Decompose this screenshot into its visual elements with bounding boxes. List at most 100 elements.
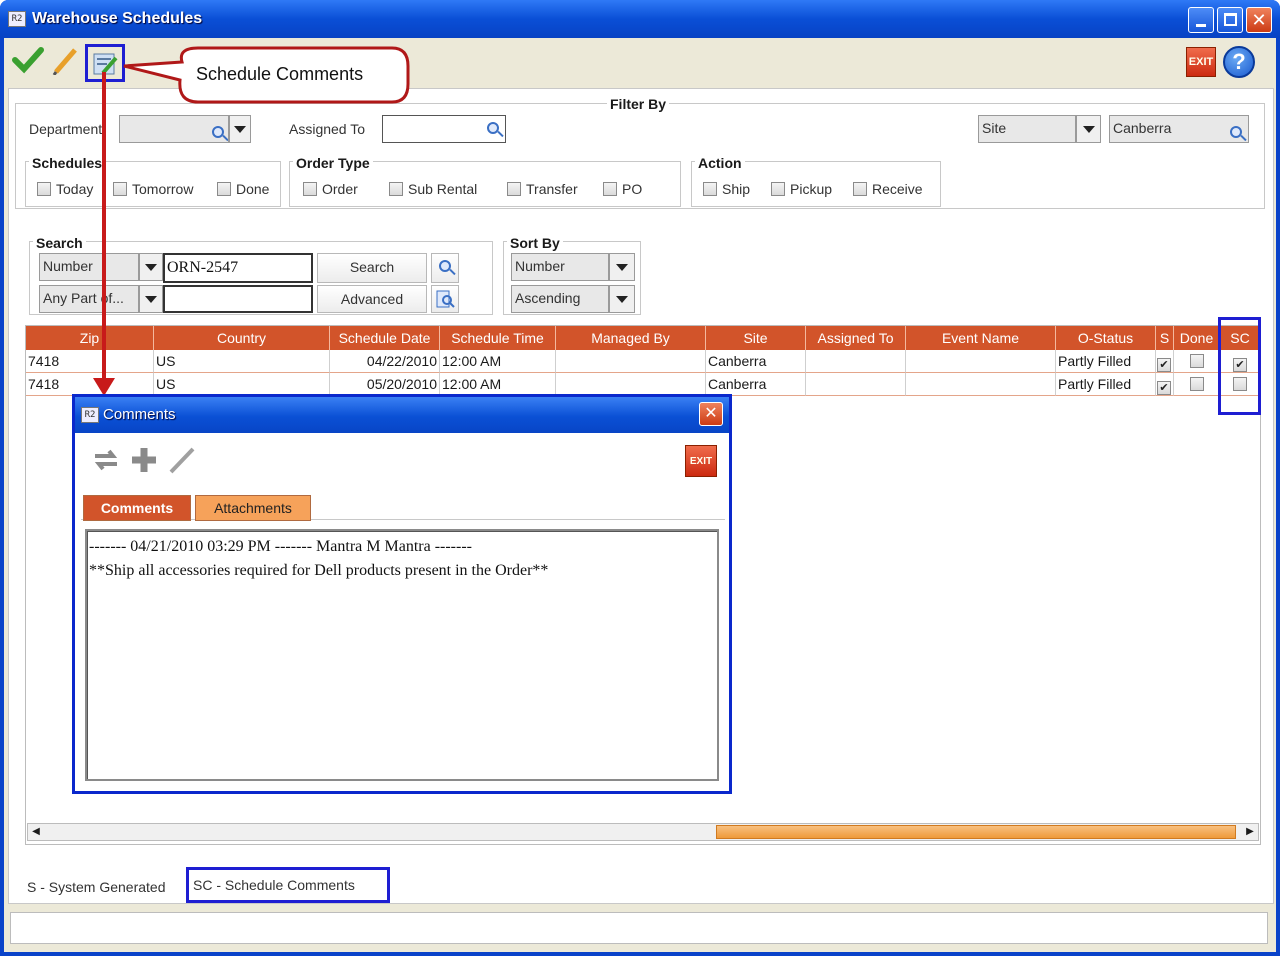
- edit-comment-button[interactable]: [165, 443, 199, 477]
- checkbox-order[interactable]: Order: [303, 181, 358, 197]
- checkbox[interactable]: [113, 182, 127, 196]
- checkbox[interactable]: [603, 182, 617, 196]
- close-button[interactable]: ✕: [1246, 7, 1272, 33]
- column-header[interactable]: Country: [154, 326, 330, 350]
- search-field-dropdown[interactable]: [139, 253, 163, 281]
- search-icon[interactable]: [1230, 121, 1242, 142]
- checkbox-ship[interactable]: Ship: [703, 181, 750, 197]
- dialog-close-button[interactable]: ✕: [699, 402, 723, 426]
- checkbox-done[interactable]: Done: [217, 181, 269, 197]
- done-cell: [1174, 373, 1220, 396]
- sort-field-dropdown[interactable]: [609, 253, 635, 281]
- dialog-exit-button[interactable]: EXIT: [685, 445, 717, 477]
- refresh-button[interactable]: [89, 443, 123, 477]
- checkbox[interactable]: [853, 182, 867, 196]
- managed-by-cell: [556, 350, 706, 373]
- checkbox-tomorrow[interactable]: Tomorrow: [113, 181, 193, 197]
- grid-header: Zip Country Schedule Date Schedule Time …: [26, 326, 1260, 350]
- checkbox-po[interactable]: PO: [603, 181, 642, 197]
- comments-text-area[interactable]: ------- 04/21/2010 03:29 PM ------- Mant…: [85, 529, 719, 781]
- checkbox[interactable]: [303, 182, 317, 196]
- checkbox-sub-rental[interactable]: Sub Rental: [389, 181, 477, 197]
- tab-comments[interactable]: Comments: [83, 495, 191, 521]
- s-checkbox[interactable]: [1157, 381, 1171, 395]
- s-checkbox[interactable]: [1157, 358, 1171, 372]
- title-bar[interactable]: R2 Warehouse Schedules ✕: [0, 0, 1280, 38]
- done-checkbox[interactable]: [1189, 354, 1204, 368]
- search-input[interactable]: ORN-2547: [163, 253, 313, 283]
- scroll-right-icon[interactable]: ▶: [1242, 824, 1258, 840]
- table-row[interactable]: 7418 US 05/20/2010 12:00 AM Canberra Par…: [26, 373, 1260, 396]
- search-input-2[interactable]: [163, 285, 313, 313]
- column-header[interactable]: Schedule Time: [440, 326, 556, 350]
- department-dropdown[interactable]: [229, 115, 251, 143]
- advanced-button[interactable]: Advanced: [317, 285, 427, 313]
- country-cell: US: [154, 350, 330, 373]
- search-match-dropdown[interactable]: [139, 285, 163, 313]
- checkbox-receive[interactable]: Receive: [853, 181, 923, 197]
- column-header[interactable]: O-Status: [1056, 326, 1156, 350]
- checkbox[interactable]: [389, 182, 403, 196]
- sort-field-combo[interactable]: Number: [511, 253, 609, 281]
- checkbox[interactable]: [507, 182, 521, 196]
- checkbox[interactable]: [37, 182, 51, 196]
- minimize-button[interactable]: [1188, 7, 1214, 33]
- checkbox-label: Transfer: [526, 181, 578, 197]
- save-button[interactable]: [10, 42, 46, 78]
- checkbox-label: Receive: [872, 181, 923, 197]
- checkbox[interactable]: [703, 182, 717, 196]
- checkbox-label: Done: [236, 181, 270, 197]
- column-header[interactable]: Zip: [26, 326, 154, 350]
- pencil-icon: [52, 48, 77, 75]
- exit-button[interactable]: EXIT: [1186, 47, 1216, 77]
- column-header[interactable]: Schedule Date: [330, 326, 440, 350]
- checkbox[interactable]: [771, 182, 785, 196]
- sort-order-dropdown[interactable]: [609, 285, 635, 313]
- scrollbar-thumb[interactable]: [716, 825, 1236, 839]
- checkbox-label: Tomorrow: [132, 181, 194, 197]
- search-icon[interactable]: [487, 121, 499, 137]
- site-cell: Canberra: [706, 350, 806, 373]
- search-button[interactable]: Search: [317, 253, 427, 283]
- find-button[interactable]: [431, 253, 459, 283]
- sort-order-value: Ascending: [515, 290, 581, 306]
- help-button[interactable]: ?: [1223, 46, 1255, 78]
- event-name-cell: [906, 350, 1056, 373]
- search-icon[interactable]: [212, 121, 224, 142]
- department-combo[interactable]: [119, 115, 229, 143]
- advanced-search-icon-button[interactable]: [431, 285, 459, 313]
- scroll-left-icon[interactable]: ◀: [28, 824, 44, 840]
- site-field-combo[interactable]: Site: [978, 115, 1076, 143]
- horizontal-scrollbar[interactable]: ◀ ▶: [27, 823, 1259, 841]
- checkbox-today[interactable]: Today: [37, 181, 93, 197]
- search-match-combo[interactable]: Any Part of...: [39, 285, 139, 313]
- maximize-button[interactable]: [1217, 7, 1243, 33]
- status-cell: Partly Filled: [1056, 373, 1156, 396]
- site-value-combo[interactable]: Canberra: [1109, 115, 1249, 143]
- status-bar: [10, 912, 1268, 944]
- time-cell: 12:00 AM: [440, 373, 556, 396]
- sc-column-highlight: [1218, 317, 1261, 415]
- done-checkbox[interactable]: [1189, 377, 1204, 391]
- column-header[interactable]: Assigned To: [806, 326, 906, 350]
- column-header[interactable]: S: [1156, 326, 1174, 350]
- column-header[interactable]: Site: [706, 326, 806, 350]
- tab-attachments[interactable]: Attachments: [195, 495, 311, 521]
- dialog-title-bar[interactable]: R2 Comments ✕: [75, 397, 729, 433]
- column-header[interactable]: Event Name: [906, 326, 1056, 350]
- checkbox-transfer[interactable]: Transfer: [507, 181, 578, 197]
- column-header[interactable]: Managed By: [556, 326, 706, 350]
- checkbox[interactable]: [217, 182, 231, 196]
- minimize-icon: [1196, 24, 1206, 27]
- find-icon: [439, 260, 451, 272]
- assigned-to-input[interactable]: [382, 115, 506, 143]
- edit-button[interactable]: [48, 42, 84, 78]
- checkbox-pickup[interactable]: Pickup: [771, 181, 832, 197]
- table-row[interactable]: 7418 US 04/22/2010 12:00 AM Canberra Par…: [26, 350, 1260, 373]
- sort-order-combo[interactable]: Ascending: [511, 285, 609, 313]
- search-field-combo[interactable]: Number: [39, 253, 139, 281]
- site-field-dropdown[interactable]: [1076, 115, 1101, 143]
- column-header[interactable]: Done: [1174, 326, 1220, 350]
- sort-field-value: Number: [515, 258, 565, 274]
- add-comment-button[interactable]: [127, 443, 161, 477]
